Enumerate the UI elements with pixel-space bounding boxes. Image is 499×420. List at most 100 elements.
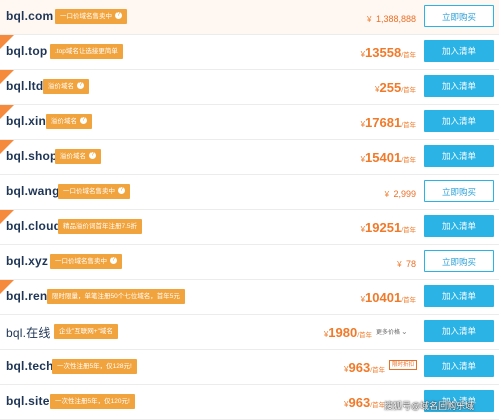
domain-name[interactable]: bql.site [6, 394, 50, 408]
price-unit: /首年 [401, 52, 416, 59]
chevron-down-icon: ⌄ [401, 327, 408, 336]
domain-price: ¥1980/首年 [324, 324, 372, 342]
tag-label: 企业"互联网+"域名 [59, 328, 113, 335]
list-item: bql.wang 一口价域名售卖中? ¥ 2,999 立即购买 [0, 175, 499, 210]
currency-symbol: ¥ [384, 190, 390, 199]
domain-tag: 溢价域名? [55, 149, 101, 164]
price-unit: /首年 [370, 367, 385, 374]
buy-now-button[interactable]: 立即购买 [424, 250, 494, 272]
tag-label: 限时限量，单笔注册50个七位域名，首年5元 [52, 293, 180, 300]
price-unit: /首年 [370, 402, 385, 409]
price-value: 15401 [365, 150, 402, 165]
price-unit: /首年 [401, 87, 416, 94]
promo-badge: 限时折扣 [389, 360, 418, 370]
more-prices-link[interactable]: 更多价格⌄ [376, 327, 408, 336]
domain-tag: 一次性注册5年，仅120元! [50, 394, 135, 409]
domain-price: ¥255/首年 [375, 79, 416, 97]
domain-tag: 限时限量，单笔注册50个七位域名，首年5元 [47, 289, 185, 304]
question-icon[interactable]: ? [110, 256, 117, 264]
question-icon[interactable]: ? [80, 116, 87, 124]
domain-name[interactable]: bql.ltd [6, 79, 43, 93]
domain-name[interactable]: bql.xyz [6, 254, 48, 268]
price-unit: /首年 [401, 157, 416, 164]
domain-name[interactable]: bql.tech [6, 359, 54, 373]
list-item: bql.tech 一次性注册5年，仅128元! ¥963/首年 限时折扣 加入清… [0, 350, 499, 385]
price-unit: /首年 [401, 227, 416, 234]
list-item: bql.ren 限时限量，单笔注册50个七位域名，首年5元 ¥10401/首年 … [0, 280, 499, 315]
domain-name[interactable]: bql.在线 [6, 324, 51, 341]
domain-tag: 一次性注册5年，仅128元! [52, 359, 137, 374]
buy-now-button[interactable]: 立即购买 [424, 5, 494, 27]
price-value: 2,999 [393, 189, 416, 199]
domain-name[interactable]: bql.xin [6, 114, 46, 128]
list-item: bql.cloud 精品溢价词首年注册7.5折 ¥19251/首年 加入清单 [0, 210, 499, 245]
price-value: 10401 [365, 290, 402, 305]
domain-tag: .top域名让选接更简单 [50, 44, 123, 59]
question-icon[interactable]: ? [89, 151, 96, 159]
tag-label: 溢价域名 [60, 153, 86, 160]
domain-name[interactable]: bql.wang [6, 184, 60, 198]
tag-label: 一口价域名售卖中 [55, 258, 107, 265]
currency-symbol: ¥ [397, 260, 402, 269]
domain-tag: 企业"互联网+"域名 [54, 324, 118, 339]
list-item: bql.shop 溢价域名? ¥15401/首年 加入清单 [0, 140, 499, 175]
domain-price: ¥963/首年 [344, 359, 385, 377]
list-item: bql.ltd 溢价域名? ¥255/首年 加入清单 [0, 70, 499, 105]
domain-price: ¥17681/首年 [361, 114, 416, 132]
add-to-list-button[interactable]: 加入清单 [424, 75, 494, 97]
tag-label: 溢价域名 [48, 83, 74, 90]
list-item: bql.xyz 一口价域名售卖中? ¥ 78 立即购买 [0, 245, 499, 280]
question-icon[interactable]: ? [77, 81, 84, 89]
add-to-list-button[interactable]: 加入清单 [424, 110, 494, 132]
price-unit: /首年 [357, 332, 372, 339]
domain-price: ¥ 1,388,888 [367, 9, 416, 27]
price-value: 19251 [365, 220, 402, 235]
domain-tag: 一口价域名售卖中? [58, 184, 130, 199]
add-to-list-button[interactable]: 加入清单 [424, 320, 494, 342]
domain-tag: 一口价域名售卖中? [55, 9, 127, 24]
list-item: bql.在线 企业"互联网+"域名 ¥1980/首年 更多价格⌄ 加入清单 [0, 315, 499, 350]
watermark: 搜狐号@域名回购乐域 [384, 401, 475, 411]
question-icon[interactable]: ? [118, 186, 125, 194]
domain-price: ¥963/首年 [344, 394, 385, 412]
price-value: 963 [348, 395, 371, 410]
list-item: bql.top .top域名让选接更简单 ¥13558/首年 加入清单 [0, 35, 499, 70]
price-value: 1,388,888 [375, 14, 416, 24]
domain-tag: 溢价域名? [43, 79, 89, 94]
tag-label: 一次性注册5年，仅128元! [57, 363, 132, 370]
add-to-list-button[interactable]: 加入清单 [424, 40, 494, 62]
tag-label: 精品溢价词首年注册7.5折 [63, 223, 138, 230]
tag-label: 一口价域名售卖中 [63, 188, 115, 195]
domain-price: ¥19251/首年 [361, 219, 416, 237]
add-to-list-button[interactable]: 加入清单 [424, 355, 494, 377]
domain-tag: 溢价域名? [46, 114, 92, 129]
tag-label: 一口价域名售卖中 [60, 13, 112, 20]
domain-price: ¥ 78 [397, 254, 416, 272]
price-value: 963 [348, 360, 371, 375]
domain-name[interactable]: bql.top [6, 44, 47, 58]
add-to-list-button[interactable]: 加入清单 [424, 145, 494, 167]
domain-name[interactable]: bql.com [6, 9, 53, 23]
question-icon[interactable]: ? [115, 11, 122, 19]
add-to-list-button[interactable]: 加入清单 [424, 285, 494, 307]
domain-price: ¥13558/首年 [361, 44, 416, 62]
domain-price: ¥15401/首年 [361, 149, 416, 167]
price-unit: /首年 [401, 122, 416, 129]
domain-price: ¥10401/首年 [361, 289, 416, 307]
more-prices-label: 更多价格 [376, 330, 401, 336]
currency-symbol: ¥ [367, 15, 372, 24]
list-item: bql.xin 溢价域名? ¥17681/首年 加入清单 [0, 105, 499, 140]
domain-name[interactable]: bql.shop [6, 149, 58, 163]
buy-now-button[interactable]: 立即购买 [424, 180, 494, 202]
price-value: 255 [379, 80, 402, 95]
add-to-list-button[interactable]: 加入清单 [424, 215, 494, 237]
price-unit: /首年 [401, 297, 416, 304]
domain-name[interactable]: bql.ren [6, 289, 47, 303]
domain-price: ¥ 2,999 [385, 184, 416, 202]
price-value: 1980 [328, 325, 358, 340]
domain-name[interactable]: bql.cloud [6, 219, 61, 233]
price-value: 13558 [365, 45, 402, 60]
tag-label: .top域名让选接更简单 [55, 48, 118, 55]
list-item: bql.com 一口价域名售卖中? ¥ 1,388,888 立即购买 [0, 0, 499, 35]
tag-label: 一次性注册5年，仅120元! [55, 398, 130, 405]
